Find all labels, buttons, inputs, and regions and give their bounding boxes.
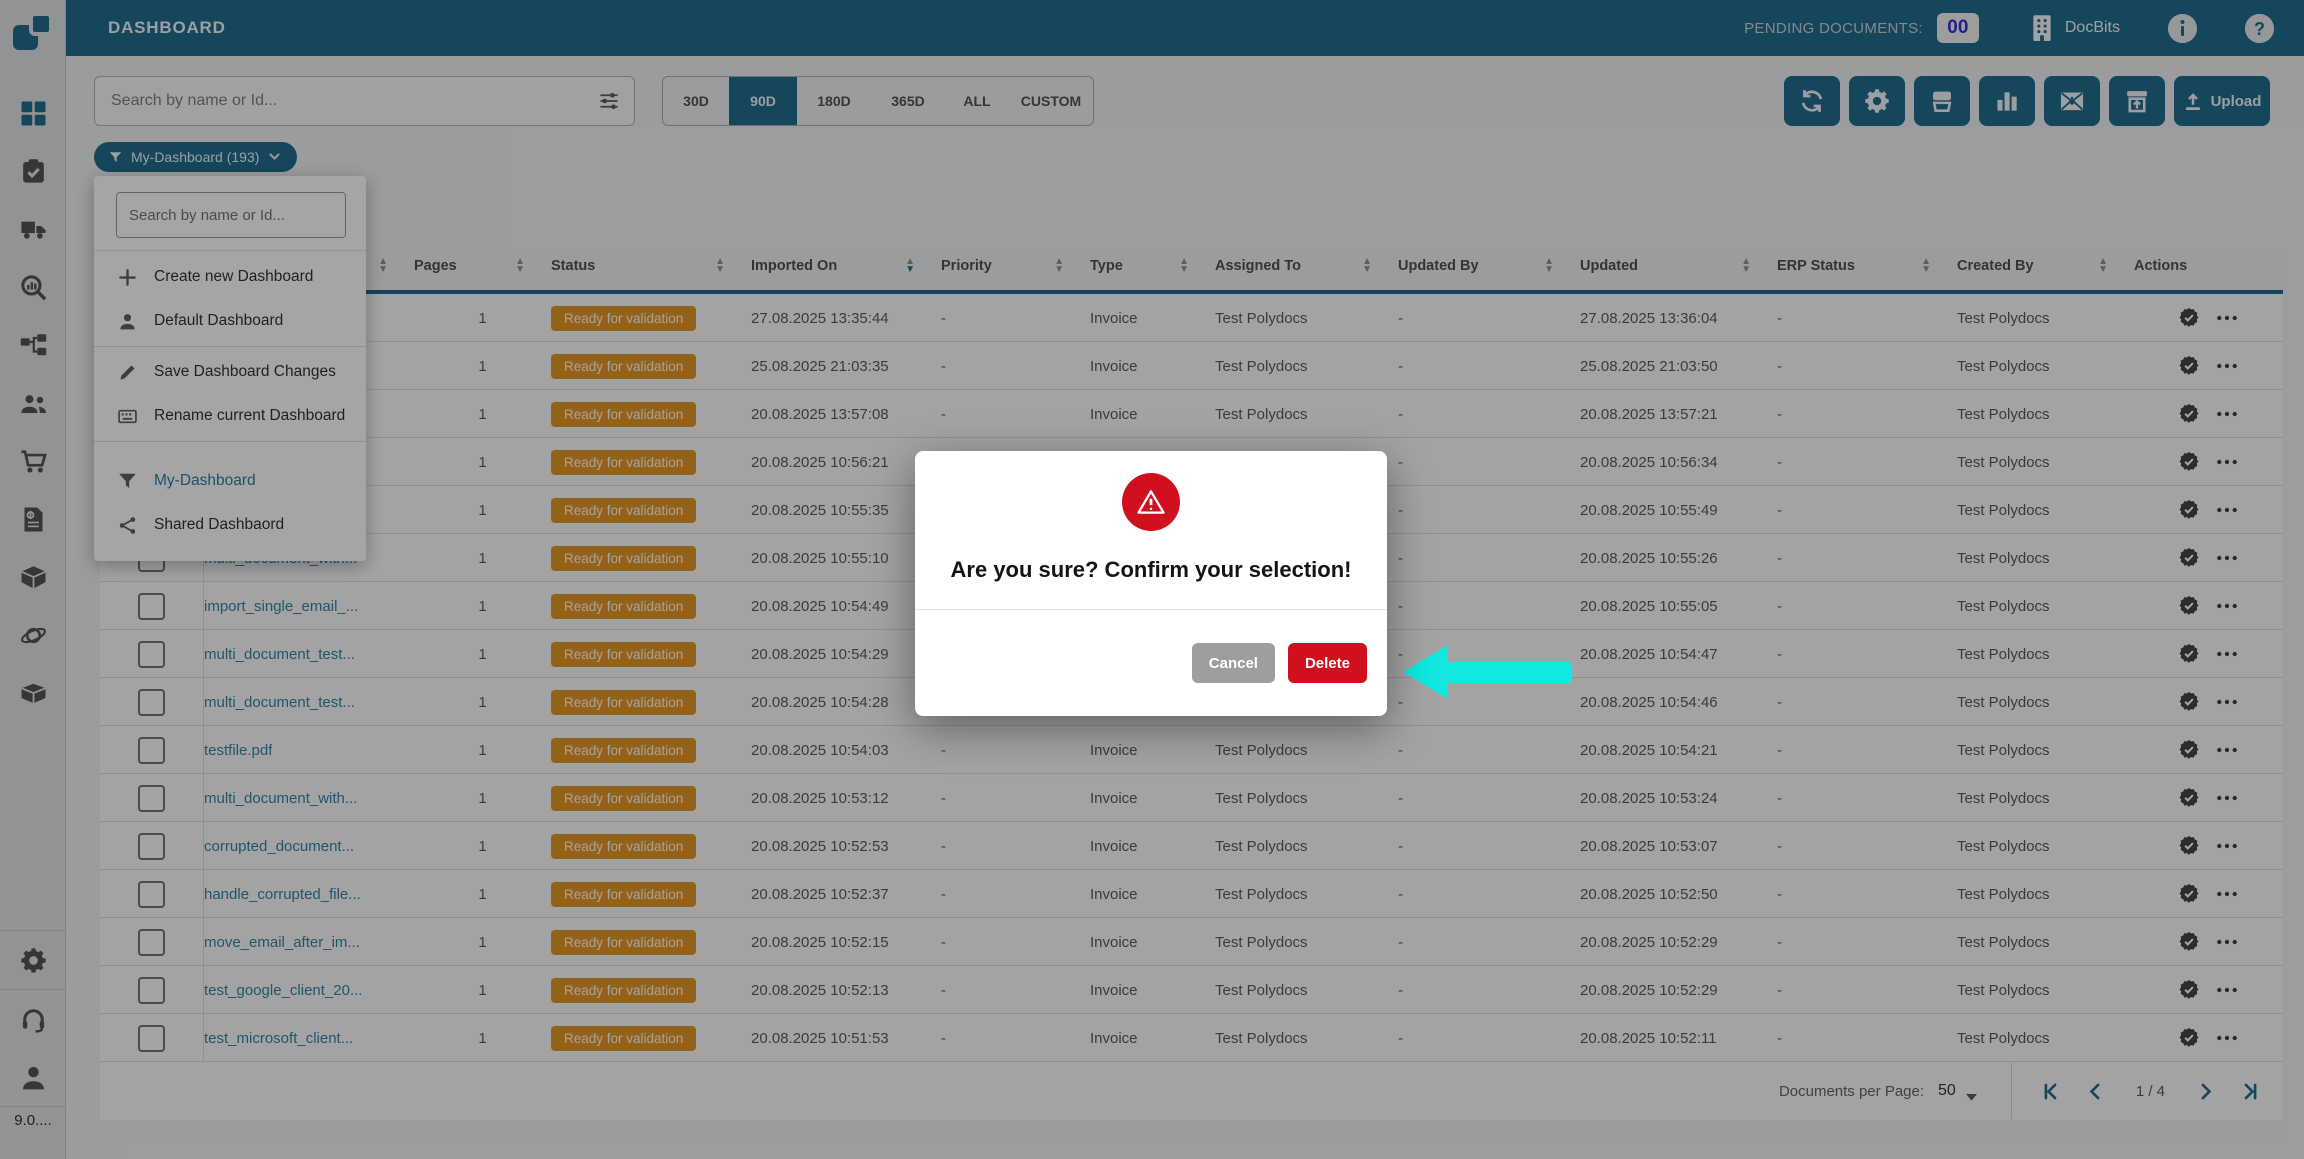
cancel-button[interactable]: Cancel	[1192, 643, 1275, 683]
modal-title: Are you sure? Confirm your selection!	[951, 557, 1352, 583]
delete-button[interactable]: Delete	[1288, 643, 1367, 683]
modal-footer: Cancel Delete	[915, 610, 1387, 716]
warning-icon	[1122, 473, 1180, 531]
pointer-arrow	[1390, 635, 1585, 710]
app-root: 9.0.... DASHBOARD PENDING DOCUMENTS: 00 …	[0, 0, 2304, 1159]
confirm-delete-modal: Are you sure? Confirm your selection! Ca…	[915, 451, 1387, 716]
